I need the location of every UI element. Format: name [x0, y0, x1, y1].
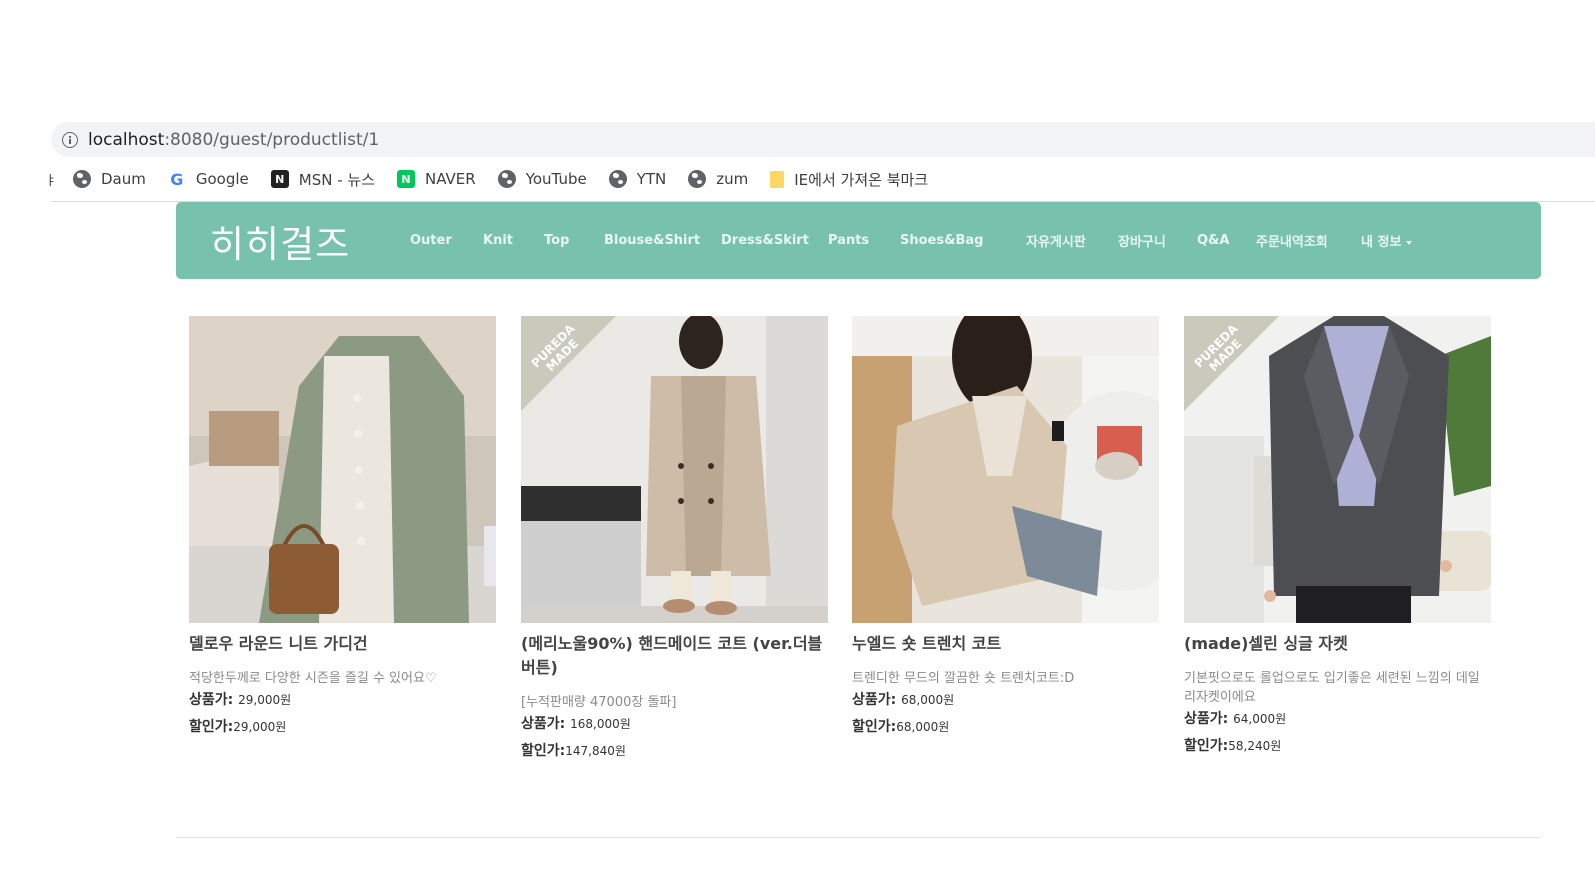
- nav-my-info-dropdown[interactable]: 내 정보: [1361, 231, 1413, 250]
- naver-icon: N: [397, 170, 416, 188]
- category-nav: Outer Knit Top Blouse&Shirt Dress&Skirt …: [410, 231, 1413, 250]
- product-name[interactable]: (made)셀린 싱글 자켓: [1184, 632, 1491, 656]
- nav-top[interactable]: Top: [544, 233, 604, 248]
- globe-icon: [497, 170, 516, 188]
- product-card[interactable]: 델로우 라운드 니트 가디건 적당한두께로 다양한 시즌을 즐길 수 있어요♡ …: [189, 316, 496, 763]
- bookmark-naver[interactable]: N NAVER: [397, 170, 476, 188]
- bookmark-msn[interactable]: N MSN - 뉴스: [270, 169, 375, 190]
- footer-divider: [176, 837, 1541, 838]
- bookmarks-bar: ㅑ Daum G Google N MSN - 뉴스 N NAVER YouTu…: [45, 164, 950, 194]
- product-card[interactable]: PUREDA MADE (메리노울90%) 핸드메이드 코트 (ver.더블 버…: [521, 316, 828, 763]
- bookmark-youtube[interactable]: YouTube: [497, 170, 587, 188]
- google-icon: G: [170, 169, 184, 189]
- product-sale-price: 할인가:58,240원: [1184, 738, 1282, 754]
- product-sale-price: 할인가:29,000원: [189, 719, 287, 735]
- product-image-jacket[interactable]: PUREDA MADE: [1184, 316, 1491, 623]
- bookmark-ytn[interactable]: YTN: [608, 170, 666, 188]
- nav-outer[interactable]: Outer: [410, 233, 483, 248]
- product-price: 상품가: 68,000원: [852, 692, 955, 708]
- product-name[interactable]: 델로우 라운드 니트 가디건: [189, 632, 496, 656]
- product-desc: 적당한두께로 다양한 시즌을 즐길 수 있어요♡: [189, 671, 437, 686]
- product-price: 상품가: 168,000원: [521, 716, 631, 732]
- bookmark-overflow[interactable]: ㅑ: [45, 170, 57, 189]
- product-price: 상품가: 29,000원: [189, 692, 292, 708]
- folder-icon: [770, 170, 785, 188]
- nav-order-history[interactable]: 주문내역조회: [1256, 231, 1361, 250]
- product-name[interactable]: (메리노울90%) 핸드메이드 코트 (ver.더블 버튼): [521, 632, 828, 680]
- product-desc: 트렌디한 무드의 깔끔한 숏 트렌치코트:D: [852, 671, 1075, 686]
- globe-icon: [73, 170, 91, 188]
- product-sale-price: 할인가:68,000원: [852, 719, 950, 735]
- product-image-cardigan[interactable]: [189, 316, 496, 623]
- nav-pants[interactable]: Pants: [828, 233, 900, 248]
- globe-icon: [608, 170, 627, 188]
- site-info-icon[interactable]: [62, 131, 78, 148]
- brand-logo[interactable]: 히히걸즈: [210, 214, 410, 268]
- product-desc: 기본핏으로도 롤업으로도 입기좋은 세련된 느낌의 데일리자켓이에요: [1184, 671, 1480, 705]
- nav-blouse-shirt[interactable]: Blouse&Shirt: [604, 233, 721, 248]
- caret-down-icon: [1406, 240, 1413, 245]
- product-image-trench[interactable]: [852, 316, 1159, 623]
- product-sale-price: 할인가:147,840원: [521, 743, 626, 759]
- bookmark-daum[interactable]: Daum: [73, 170, 146, 188]
- product-image-coat[interactable]: PUREDA MADE: [521, 316, 828, 623]
- nav-dress-skirt[interactable]: Dress&Skirt: [721, 233, 828, 248]
- product-grid: 델로우 라운드 니트 가디건 적당한두께로 다양한 시즌을 즐길 수 있어요♡ …: [189, 316, 1491, 763]
- site-navbar: 히히걸즈 Outer Knit Top Blouse&Shirt Dress&S…: [176, 202, 1541, 279]
- nav-cart[interactable]: 장바구니: [1118, 231, 1197, 250]
- url-text[interactable]: localhost:8080/guest/productlist/1: [88, 130, 379, 150]
- globe-icon: [688, 170, 707, 188]
- product-desc: [누적판매량 47000장 돌파]: [521, 695, 677, 710]
- product-price: 상품가: 64,000원: [1184, 711, 1287, 727]
- address-bar[interactable]: localhost:8080/guest/productlist/1: [51, 122, 1595, 157]
- bookmark-zum[interactable]: zum: [688, 170, 748, 188]
- nav-shoes-bag[interactable]: Shoes&Bag: [900, 233, 1026, 248]
- bookmark-folder-ie[interactable]: IE에서 가져온 북마크: [770, 169, 928, 190]
- product-name[interactable]: 누엘드 숏 트렌치 코트: [852, 632, 1159, 656]
- msn-icon: N: [270, 170, 289, 188]
- nav-knit[interactable]: Knit: [483, 233, 544, 248]
- nav-qna[interactable]: Q&A: [1197, 233, 1256, 248]
- nav-free-board[interactable]: 자유게시판: [1026, 231, 1118, 250]
- product-card[interactable]: 누엘드 숏 트렌치 코트 트렌디한 무드의 깔끔한 숏 트렌치코트:D 상품가:…: [852, 316, 1159, 763]
- bookmark-google[interactable]: G Google: [168, 169, 248, 189]
- product-card[interactable]: PUREDA MADE (made)셀린 싱글 자켓 기본핏으로도 롤업으로도 …: [1184, 316, 1491, 763]
